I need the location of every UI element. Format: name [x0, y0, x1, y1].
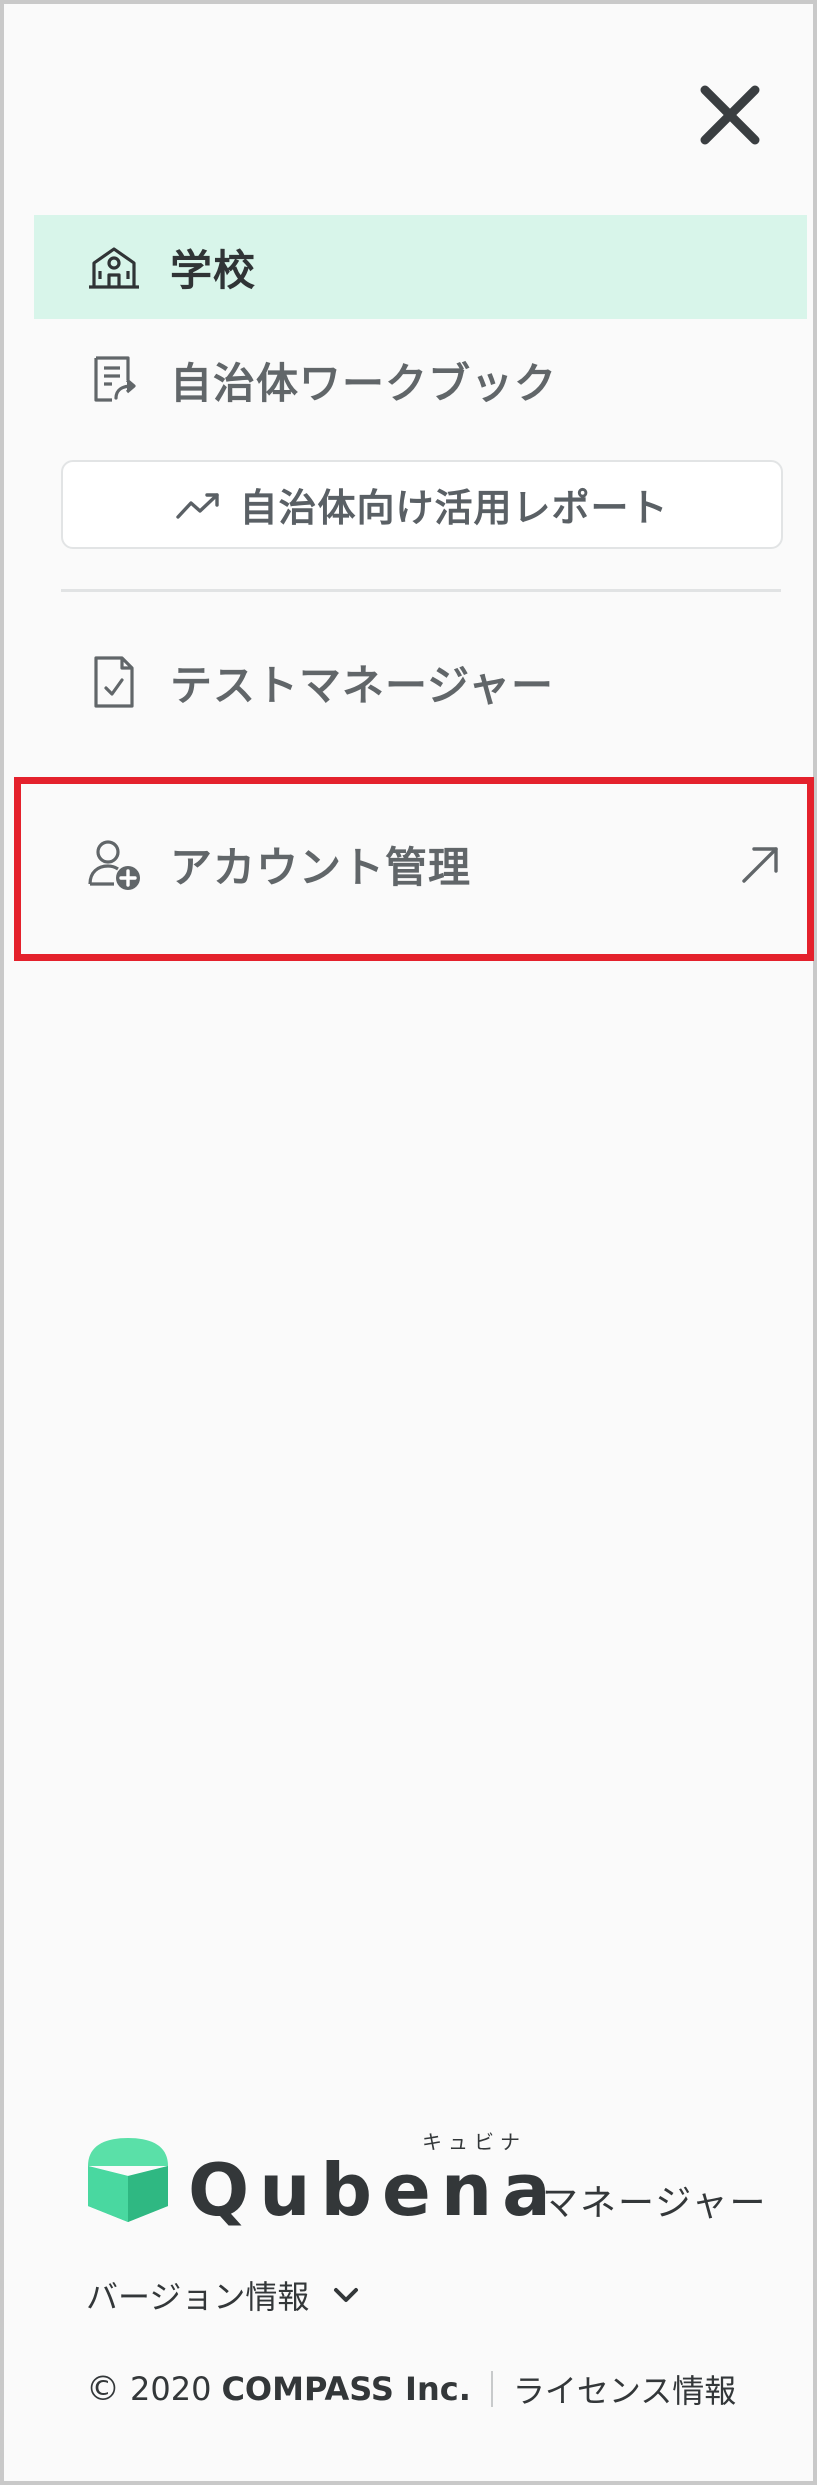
company-name: COMPASS Inc.: [221, 2370, 471, 2408]
nav-item-label: 自治体ワークブック: [170, 358, 558, 408]
logo-wordmark: Qubena: [188, 2148, 561, 2232]
nav-item-workbook[interactable]: 自治体ワークブック: [34, 328, 807, 432]
nav-item-school[interactable]: 学校: [34, 215, 807, 319]
copyright-year: 2020: [130, 2370, 212, 2408]
nav-item-test-manager[interactable]: テストマネージャー: [34, 630, 807, 734]
nav-item-label: アカウント管理: [170, 842, 472, 892]
nav-item-account-management[interactable]: アカウント管理: [34, 812, 807, 916]
chevron-down-icon: [334, 2288, 359, 2302]
treasure-chest-icon: [88, 2138, 168, 2222]
close-icon: [700, 85, 760, 145]
external-arrow-icon: [742, 847, 778, 883]
close-button[interactable]: [694, 79, 766, 151]
document-check-icon: [84, 652, 144, 712]
municipal-report-button[interactable]: 自治体向け活用レポート: [61, 460, 783, 549]
version-info-toggle[interactable]: バージョン情報: [86, 2272, 361, 2318]
school-icon: [84, 237, 144, 297]
version-info-label: バージョン情報: [86, 2278, 310, 2316]
workbook-icon: [84, 350, 144, 410]
user-add-icon: [84, 834, 144, 894]
copyright-symbol: ©: [86, 2369, 120, 2409]
footer-separator: [490, 2371, 493, 2407]
nav-item-label: テストマネージャー: [170, 660, 555, 710]
nav-item-label: 学校: [170, 245, 257, 295]
report-button-label: 自治体向け活用レポート: [239, 486, 669, 530]
trending-up-icon: [176, 492, 220, 519]
footer: © 2020 COMPASS Inc. ライセンス情報: [86, 2366, 736, 2412]
logo-suffix: マネージャー: [542, 2183, 768, 2224]
side-menu-panel: 学校 自治体ワークブック 自治体向け活用レポート テストマネージャー アカウント…: [0, 0, 817, 2485]
license-info-link[interactable]: ライセンス情報: [513, 2366, 736, 2412]
menu-divider: [61, 589, 781, 592]
qubena-logo: キュビナ Qubena マネージャー: [84, 2126, 768, 2232]
